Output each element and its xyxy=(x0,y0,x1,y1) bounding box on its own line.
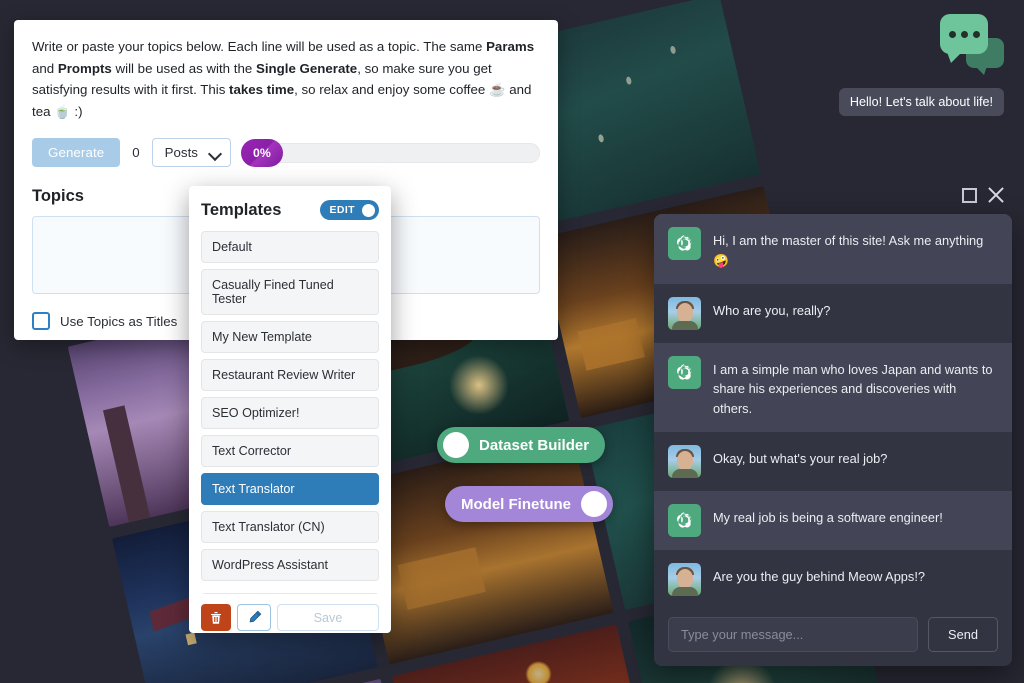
templates-header: Templates EDIT xyxy=(201,200,379,220)
collage-tile xyxy=(156,678,423,683)
chat-message-text: My real job is being a software engineer… xyxy=(713,510,943,526)
use-topics-as-titles-checkbox[interactable] xyxy=(32,312,50,331)
templates-edit-label: EDIT xyxy=(329,204,355,216)
template-item[interactable]: Default xyxy=(201,231,379,263)
feature-toggles: Dataset Builder Model Finetune xyxy=(437,427,613,522)
avatar-face xyxy=(677,569,693,589)
openai-logo-icon xyxy=(668,227,701,260)
toggle-knob-icon xyxy=(581,491,607,517)
templates-panel: Templates EDIT Default Casually Fined Tu… xyxy=(189,186,391,633)
chat-message-text: Are you the guy behind Meow Apps!? xyxy=(713,569,925,585)
openai-logo-icon xyxy=(668,504,701,538)
template-item-selected[interactable]: Text Translator xyxy=(201,473,379,505)
pencil-icon xyxy=(249,610,261,623)
chat-message-user: Okay, but what's your real job? xyxy=(654,432,1012,492)
templates-title: Templates xyxy=(201,200,282,219)
template-item[interactable]: Text Corrector xyxy=(201,435,379,467)
chat-message-bot: I am a simple man who loves Japan and wa… xyxy=(654,342,1012,433)
chat-message-user: Who are you, really? xyxy=(654,283,1012,343)
chat-message-bot: Hi, I am the master of this site! Ask me… xyxy=(654,214,1012,284)
chat-message-text: Hi, I am the master of this site! Ask me… xyxy=(713,233,984,268)
ellipsis-dot-icon xyxy=(948,30,956,38)
app-root: Write or paste your topics below. Each l… xyxy=(0,0,1024,683)
generation-progress-bar: 0% xyxy=(240,138,540,167)
use-topics-as-titles-label: Use Topics as Titles xyxy=(60,313,178,329)
dataset-builder-toggle[interactable]: Dataset Builder xyxy=(437,427,605,463)
templates-actions: Save xyxy=(201,604,379,631)
generate-count: 0 xyxy=(132,145,140,161)
chat-message-user: Are you the guy behind Meow Apps!? xyxy=(654,550,1012,605)
chat-message-text: I am a simple man who loves Japan and wa… xyxy=(713,361,993,417)
chat-send-button[interactable]: Send xyxy=(928,617,998,652)
avatar-face xyxy=(677,302,693,322)
ellipsis-dot-icon xyxy=(972,30,980,38)
generator-intro-text: Write or paste your topics below. Each l… xyxy=(32,39,535,119)
avatar-body xyxy=(672,587,698,597)
model-finetune-toggle[interactable]: Model Finetune xyxy=(445,486,613,522)
avatar-face xyxy=(677,451,693,471)
user-photo-avatar xyxy=(668,296,701,330)
templates-edit-toggle[interactable]: EDIT xyxy=(320,200,379,220)
templates-divider xyxy=(203,593,377,594)
generate-controls-row: Generate 0 Posts 0% xyxy=(32,138,540,168)
toggle-knob-icon xyxy=(362,203,375,217)
unit-select-value: Posts xyxy=(164,145,198,161)
save-template-button[interactable]: Save xyxy=(277,604,379,631)
template-item[interactable]: My New Template xyxy=(201,321,379,353)
template-item[interactable]: WordPress Assistant xyxy=(201,549,379,581)
ellipsis-dot-icon xyxy=(960,30,968,38)
avatar-body xyxy=(672,320,698,330)
model-finetune-label: Model Finetune xyxy=(461,495,571,513)
dataset-builder-label: Dataset Builder xyxy=(479,436,590,454)
chat-message-text: Okay, but what's your real job? xyxy=(713,451,888,467)
chevron-down-icon xyxy=(210,149,221,156)
user-photo-avatar xyxy=(668,563,701,597)
delete-template-button[interactable] xyxy=(201,604,231,631)
collage-tile xyxy=(392,624,658,683)
template-item[interactable]: Text Translator (CN) xyxy=(201,511,379,543)
chat-window-controls xyxy=(962,186,1005,204)
unit-select[interactable]: Posts xyxy=(151,138,231,168)
chat-teaser-bubble[interactable]: Hello! Let's talk about life! xyxy=(838,88,1004,116)
generate-button[interactable]: Generate xyxy=(32,138,121,168)
chat-message-bot: My real job is being a software engineer… xyxy=(654,491,1012,551)
template-item[interactable]: SEO Optimizer! xyxy=(201,397,379,429)
trash-icon xyxy=(211,611,221,624)
chat-window: Hi, I am the master of this site! Ask me… xyxy=(654,214,1012,666)
chat-message-text: Who are you, really? xyxy=(713,302,831,318)
template-item[interactable]: Casually Fined Tuned Tester xyxy=(201,269,379,315)
template-item[interactable]: Restaurant Review Writer xyxy=(201,359,379,391)
edit-template-button[interactable] xyxy=(237,604,271,631)
progress-percent-badge: 0% xyxy=(240,138,283,167)
chat-messages-list[interactable]: Hi, I am the master of this site! Ask me… xyxy=(654,214,1012,605)
close-icon[interactable] xyxy=(987,186,1005,204)
chat-input-bar: Type your message... Send xyxy=(654,605,1012,666)
chat-bubble-icon xyxy=(940,14,988,63)
toggle-knob-icon xyxy=(443,432,469,458)
maximize-icon[interactable] xyxy=(962,187,977,203)
chat-launcher-button[interactable] xyxy=(940,12,1004,75)
openai-logo-icon xyxy=(668,355,701,389)
templates-list: Default Casually Fined Tuned Tester My N… xyxy=(201,231,379,581)
avatar-body xyxy=(672,469,698,479)
user-photo-avatar xyxy=(668,445,701,479)
chat-message-input[interactable]: Type your message... xyxy=(668,617,918,652)
